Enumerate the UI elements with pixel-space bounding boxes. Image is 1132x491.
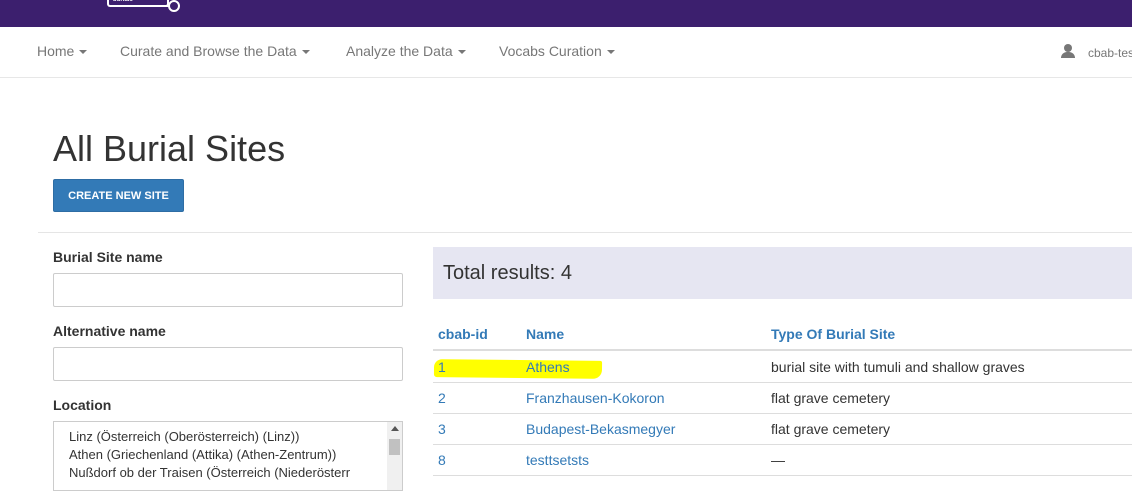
caret-down-icon [457,50,466,55]
column-header-cbab-id[interactable]: cbab-id [438,326,488,342]
table-row: 3 Budapest-Bekasmegyer flat grave cemete… [433,413,1132,445]
nav-analyze-label: Analyze the Data [346,43,453,59]
row-type: flat grave cemetery [771,390,891,406]
row-id-link[interactable]: 3 [438,421,446,437]
nav-vocabs[interactable]: Vocabs Curation [499,43,615,59]
location-multiselect[interactable]: Linz (Österreich (Oberösterreich) (Linz)… [53,421,403,491]
table-row: 8 testtsetsts — [433,444,1132,476]
total-results: Total results: 4 [443,262,572,284]
nav-vocabs-label: Vocabs Curation [499,43,602,59]
caret-down-icon [606,50,615,55]
location-label: Location [53,397,112,413]
nav-curate-browse[interactable]: Curate and Browse the Data [120,43,310,59]
row-type: burial site with tumuli and shallow grav… [771,359,1025,375]
row-name-link[interactable]: testtsetsts [526,452,589,468]
row-id-link[interactable]: 2 [438,390,446,406]
location-scrollbar[interactable] [387,422,402,490]
page-title: All Burial Sites [53,128,286,169]
table-row: 2 Franzhausen-Kokoron flat grave cemeter… [433,382,1132,414]
caret-down-icon [301,50,310,55]
location-option[interactable]: Linz (Österreich (Oberösterreich) (Linz)… [69,429,299,444]
alt-name-input[interactable] [53,347,403,381]
scroll-up-arrow-icon[interactable] [391,426,399,431]
row-type: flat grave cemetery [771,421,891,437]
section-divider [38,232,1132,233]
nav-home[interactable]: Home [37,43,88,59]
logo-text: burials [113,0,133,3]
scrollbar-thumb[interactable] [389,439,400,455]
column-header-name[interactable]: Name [526,326,564,342]
user-icon[interactable] [1061,44,1075,58]
main-navbar: Home Curate and Browse the Data Analyze … [0,27,1132,78]
caret-down-icon [79,50,88,55]
row-name-link[interactable]: Budapest-Bekasmegyer [526,421,675,437]
site-name-label: Burial Site name [53,249,163,265]
user-icon-head [1064,44,1072,52]
row-type: — [771,452,785,468]
location-option[interactable]: Nußdorf ob der Traisen (Österreich (Nied… [69,465,350,480]
user-menu[interactable]: cbab-test [1088,46,1132,60]
row-id-link[interactable]: 8 [438,452,446,468]
alt-name-label: Alternative name [53,323,166,339]
location-option[interactable]: Athen (Griechenland (Attika) (Athen-Zent… [69,447,336,462]
row-id-link[interactable]: 1 [438,359,446,375]
row-name-link[interactable]: Athens [526,359,570,375]
row-name-link[interactable]: Franzhausen-Kokoron [526,390,665,406]
logo-dot-icon [168,0,180,12]
nav-curate-browse-label: Curate and Browse the Data [120,43,297,59]
create-new-site-button[interactable]: CREATE NEW SITE [53,179,184,212]
top-banner: burials [0,0,1132,27]
results-summary: Total results: 4 [433,247,1132,299]
column-header-type[interactable]: Type Of Burial Site [771,326,895,342]
table-row: 1 Athens burial site with tumuli and sha… [433,351,1132,383]
nav-home-label: Home [37,43,75,59]
nav-analyze[interactable]: Analyze the Data [346,43,466,59]
site-name-input[interactable] [53,273,403,307]
user-icon-body [1061,52,1075,58]
